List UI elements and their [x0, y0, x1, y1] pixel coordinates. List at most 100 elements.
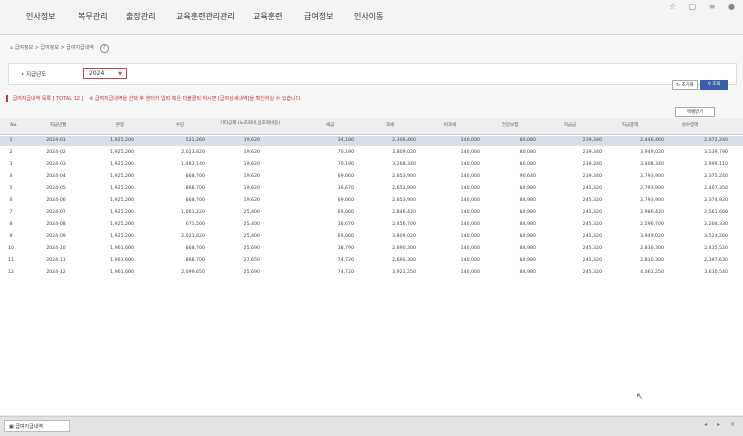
search-filter-panel: • 지급년도 2024 ▼	[8, 63, 737, 85]
column-header-net-pay[interactable]: 실수령액	[660, 118, 720, 134]
row-taxable: 2,690,300	[392, 246, 416, 251]
row-allowance: 868,700	[185, 174, 205, 179]
row-base-pay: 1,925,200	[110, 210, 134, 215]
open-tab-payroll[interactable]: ▣ 급여지급내역	[4, 420, 70, 432]
row-health-insurance: 90,640	[519, 174, 536, 179]
row-non-taxable: 140,000	[460, 138, 480, 143]
column-header-payment[interactable]: 지급금	[540, 118, 600, 134]
column-header-no[interactable]: No.	[4, 118, 24, 134]
breadcrumb: ⌂ 급여정보 > 급여정보 > 급여지급내역 ?	[10, 44, 109, 53]
reset-button[interactable]: ↻ 초기화	[672, 80, 698, 90]
row-health-insurance: 84,980	[519, 258, 536, 263]
table-row[interactable]: 2 2024-02 1,925,200 2,023,820 19,620 70,190 3,…	[0, 148, 743, 158]
table-row[interactable]: 7 2024-07 1,925,200 1,061,220 25,400 69,060 2,…	[0, 208, 743, 218]
row-other-deductions: 27,650	[243, 258, 260, 263]
table-row[interactable]: 10 2024-10 1,961,600 868,700 25,690 38,790 2,6…	[0, 244, 743, 254]
row-no: 6	[9, 198, 13, 203]
column-header-health-insurance[interactable]: 건강보험	[480, 118, 540, 134]
row-payment: 245,320	[582, 234, 602, 239]
nav-item-training-management[interactable]: 교육훈련관리관리	[176, 11, 235, 22]
row-base-pay: 1,925,200	[110, 222, 134, 227]
row-payment: 245,320	[582, 270, 602, 275]
row-taxable: 2,306,460	[392, 138, 416, 143]
year-select-value: 2024	[89, 70, 105, 77]
year-filter-label: • 지급년도	[21, 72, 47, 78]
row-total-pay: 2,793,900	[640, 198, 664, 203]
table-row[interactable]: 3 2024-03 1,925,200 1,483,140 19,620 70,190 3,…	[0, 160, 743, 170]
table-row[interactable]: 9 2024-09 1,925,200 2,023,820 25,400 69,060 3,…	[0, 232, 743, 242]
row-health-insurance: 84,980	[519, 246, 536, 251]
nav-item-transfer[interactable]: 인사이동	[354, 11, 383, 22]
row-no: 2	[9, 150, 13, 155]
row-other-deductions: 25,690	[243, 246, 260, 251]
row-no: 8	[9, 222, 13, 227]
nav-item-hr-info[interactable]: 인사정보	[26, 11, 55, 22]
row-non-taxable: 140,000	[460, 174, 480, 179]
close-icon[interactable]: ×	[730, 421, 735, 428]
row-payment: 245,320	[582, 186, 602, 191]
row-non-taxable: 140,000	[460, 150, 480, 155]
star-icon[interactable]: ☆	[669, 2, 676, 11]
column-header-non-taxable[interactable]: 비과세	[420, 118, 480, 134]
column-header-taxable[interactable]: 과세	[360, 118, 420, 134]
help-icon[interactable]: ?	[99, 44, 109, 53]
row-net-pay: 2,435,520	[704, 246, 728, 251]
row-tax: 69,060	[337, 198, 354, 203]
row-total-pay: 2,793,900	[640, 186, 664, 191]
row-base-pay: 1,925,200	[110, 138, 134, 143]
list-title: 급여지급내역 목록 [ TOTAL 12 ] ※ 급여지급내역을 선택 후 엔터…	[6, 95, 302, 102]
menu-icon[interactable]: ≡	[709, 2, 716, 11]
table-row[interactable]: 5 2024-05 1,925,200 868,700 19,620 36,670 2,65…	[0, 184, 743, 194]
row-net-pay: 2,999,110	[704, 162, 728, 167]
row-taxable: 3,268,340	[392, 162, 416, 167]
nav-item-service[interactable]: 복무관리	[78, 11, 107, 22]
column-header-base-pay[interactable]: 본봉	[90, 118, 150, 134]
column-header-tax[interactable]: 세금	[300, 118, 360, 134]
table-row[interactable]: 8 2024-08 1,925,200 671,500 25,400 36,670 2,45…	[0, 220, 743, 230]
column-header-pay-month[interactable]: 지급년월	[28, 118, 88, 134]
prev-icon[interactable]: ◂	[704, 421, 707, 428]
row-pay-month: 2024-08	[46, 222, 66, 227]
column-header-allowance[interactable]: 수당	[150, 118, 210, 134]
row-pay-month: 2024-06	[46, 198, 66, 203]
row-no: 3	[9, 162, 13, 167]
excel-download-button[interactable]: 엑셀받기	[675, 107, 715, 117]
year-select[interactable]: 2024 ▼	[83, 68, 127, 79]
row-taxable: 2,690,300	[392, 258, 416, 263]
window-icon[interactable]: ▢	[689, 2, 697, 11]
row-non-taxable: 140,000	[460, 186, 480, 191]
row-taxable: 2,456,700	[392, 222, 416, 227]
row-other-deductions: 25,400	[243, 222, 260, 227]
row-pay-month: 2024-05	[46, 186, 66, 191]
table-row[interactable]: 4 2024-04 1,925,200 868,700 19,620 69,060 2,65…	[0, 172, 743, 182]
table-row[interactable]: 1 2024-01 1,925,200 521,260 19,620 34,180 2,30…	[0, 136, 743, 146]
table-row[interactable]: 12 2024-12 1,961,600 2,099,650 25,690 74,720 3…	[0, 268, 743, 278]
row-no: 5	[9, 186, 13, 191]
search-button-label: 조회	[712, 82, 721, 87]
row-tax: 36,670	[337, 222, 354, 227]
row-health-insurance: 80,080	[519, 138, 536, 143]
row-taxable: 3,809,020	[392, 150, 416, 155]
row-pay-month: 2024-10	[46, 246, 66, 251]
next-icon[interactable]: ▸	[717, 421, 720, 428]
table-row[interactable]: 11 2024-11 1,961,600 868,700 27,650 74,720 2,6…	[0, 256, 743, 266]
nav-item-payroll[interactable]: 급여정보	[304, 11, 333, 22]
search-button[interactable]: ⚲ 조회	[700, 80, 728, 90]
column-header-total-pay[interactable]: 지급총액	[600, 118, 660, 134]
nav-item-training[interactable]: 교육훈련	[253, 11, 282, 22]
row-base-pay: 1,925,200	[110, 162, 134, 167]
row-tax: 70,190	[337, 150, 354, 155]
row-allowance: 671,500	[185, 222, 205, 227]
row-base-pay: 1,961,600	[110, 258, 134, 263]
table-row[interactable]: 6 2024-06 1,925,200 868,700 19,620 69,060 2,65…	[0, 196, 743, 206]
row-tax: 34,180	[337, 138, 354, 143]
row-pay-month: 2024-11	[46, 258, 66, 263]
row-allowance: 868,700	[185, 186, 205, 191]
bottom-tab-bar: ▣ 급여지급내역 ◂ ▸ ×	[0, 416, 743, 436]
column-header-other-deductions[interactable]: 기타공제 (노조회비,상조회비등)	[215, 118, 285, 134]
nav-item-business-trip[interactable]: 출장관리	[126, 11, 155, 22]
row-tax: 70,190	[337, 162, 354, 167]
row-payment: 239,340	[582, 162, 602, 167]
mouse-cursor-icon: ↖	[636, 392, 644, 402]
profile-icon[interactable]: ●	[728, 2, 735, 11]
